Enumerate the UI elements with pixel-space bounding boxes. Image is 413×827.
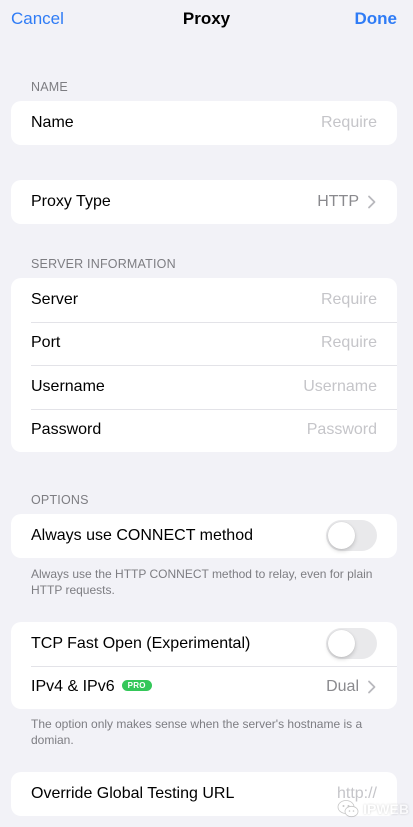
- server-input[interactable]: [217, 290, 377, 309]
- toggle-knob: [328, 630, 355, 658]
- password-input[interactable]: [217, 421, 377, 440]
- connect-method-label: Always use CONNECT method: [31, 526, 253, 544]
- done-button[interactable]: Done: [355, 9, 398, 29]
- watermark-text: IPWEB: [363, 801, 409, 817]
- name-group: Name: [11, 101, 397, 145]
- wechat-icon: [337, 800, 359, 818]
- port-label: Port: [31, 334, 61, 352]
- chevron-right-icon: [368, 195, 376, 209]
- proxy-type-row[interactable]: Proxy Type HTTP: [11, 180, 397, 224]
- section-header-options: OPTIONS: [31, 493, 89, 507]
- chevron-right-icon: [368, 680, 376, 694]
- ip-version-value: Dual: [326, 678, 359, 696]
- navigation-bar: Cancel Proxy Done: [0, 0, 413, 38]
- name-label: Name: [31, 113, 74, 131]
- tcp-fast-open-row: TCP Fast Open (Experimental): [11, 622, 397, 666]
- page-title: Proxy: [182, 9, 231, 28]
- username-input[interactable]: [217, 377, 377, 396]
- ip-version-text: IPv4 & IPv6: [31, 678, 115, 696]
- ip-version-label: IPv4 & IPv6 PRO: [31, 678, 152, 696]
- name-row[interactable]: Name: [11, 101, 397, 145]
- proxy-type-label: Proxy Type: [31, 192, 111, 210]
- server-row[interactable]: Server: [11, 278, 397, 322]
- server-information-group: Server Port Username Password: [11, 278, 397, 452]
- toggle-knob: [328, 522, 355, 550]
- section-header-name: NAME: [31, 80, 68, 94]
- ip-version-row[interactable]: IPv4 & IPv6 PRO Dual: [11, 665, 397, 710]
- port-input[interactable]: [217, 334, 377, 353]
- server-label: Server: [31, 290, 79, 308]
- username-row[interactable]: Username: [11, 365, 397, 409]
- name-input[interactable]: [217, 113, 377, 132]
- pro-badge: PRO: [121, 679, 152, 691]
- ip-version-note: The option only makes sense when the ser…: [31, 717, 363, 747]
- connect-method-group: Always use CONNECT method: [11, 514, 397, 558]
- tcp-fast-open-label: TCP Fast Open (Experimental): [31, 634, 251, 652]
- connection-options-group: TCP Fast Open (Experimental) IPv4 & IPv6…: [11, 622, 397, 709]
- section-header-server-information: SERVER INFORMATION: [31, 257, 176, 271]
- username-label: Username: [31, 377, 105, 395]
- tcp-fast-open-toggle[interactable]: [326, 628, 377, 660]
- connect-method-toggle[interactable]: [326, 520, 377, 552]
- proxy-type-value: HTTP: [317, 192, 359, 210]
- connect-method-note: Always use the HTTP CONNECT method to re…: [31, 567, 373, 597]
- connect-method-row: Always use CONNECT method: [11, 514, 397, 558]
- password-label: Password: [31, 421, 102, 439]
- port-row[interactable]: Port: [11, 321, 397, 366]
- password-row[interactable]: Password: [11, 408, 397, 453]
- override-url-label: Override Global Testing URL: [31, 784, 235, 802]
- proxy-type-group: Proxy Type HTTP: [11, 180, 397, 224]
- watermark: IPWEB: [337, 799, 409, 819]
